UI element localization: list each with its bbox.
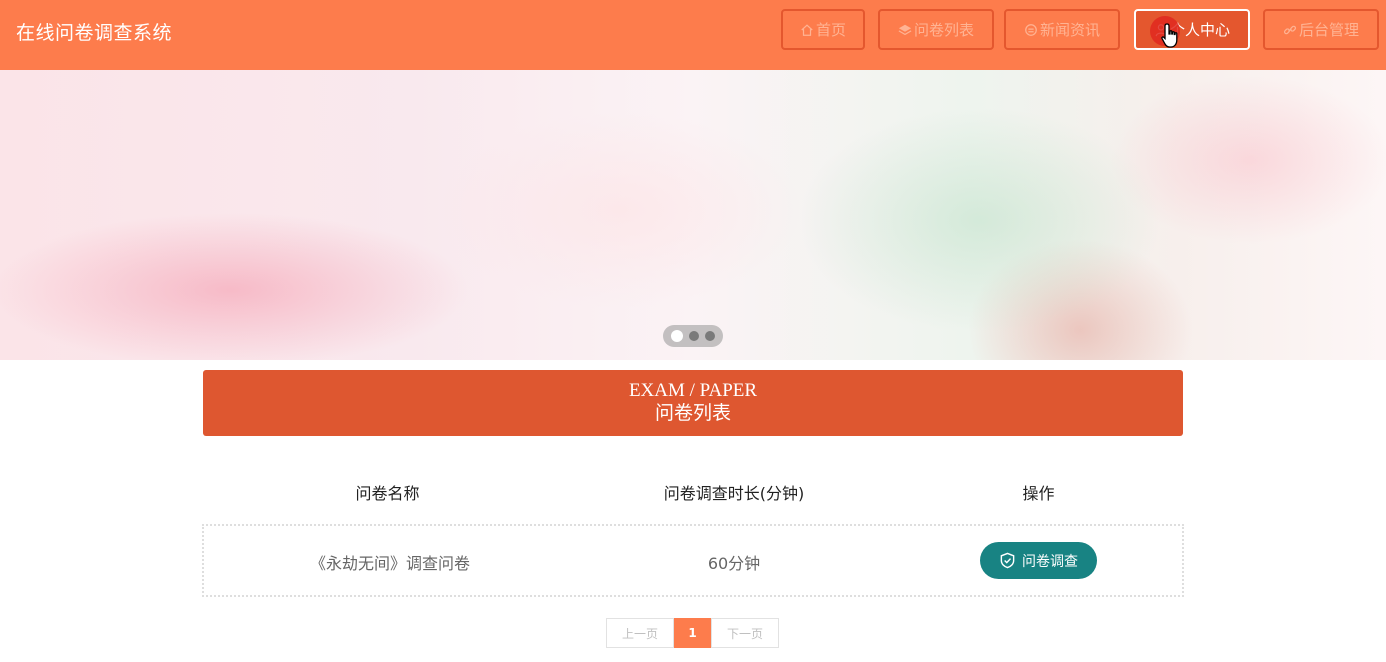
survey-name: 《永劫无间》调查问卷	[309, 554, 470, 573]
nav-survey-list-label: 问卷列表	[913, 21, 974, 39]
home-icon	[800, 23, 814, 37]
nav-admin[interactable]: 后台管理	[1263, 9, 1379, 50]
section-title-cn: 问卷列表	[654, 402, 731, 424]
take-survey-button[interactable]: 问卷调查	[980, 542, 1097, 579]
carousel-dot[interactable]	[689, 331, 699, 341]
prev-page-button[interactable]: 上一页	[606, 618, 674, 648]
current-page-button[interactable]: 1	[674, 618, 711, 648]
section-header: EXAM / PAPER 问卷列表	[203, 370, 1183, 436]
nav-home[interactable]: 首页	[781, 9, 865, 50]
next-page-button[interactable]: 下一页	[711, 618, 779, 648]
column-header-action: 操作	[1022, 484, 1055, 503]
shield-check-icon	[1000, 552, 1015, 569]
carousel-dot[interactable]	[671, 330, 683, 342]
take-survey-label: 问卷调查	[1022, 553, 1078, 570]
nav-admin-label: 后台管理	[1298, 21, 1359, 39]
carousel-dot[interactable]	[705, 331, 715, 341]
column-header-name: 问卷名称	[355, 484, 420, 503]
nav-news[interactable]: 新闻资讯	[1004, 9, 1120, 50]
hero-banner	[0, 70, 1386, 360]
nav-survey-list[interactable]: 问卷列表	[878, 9, 994, 50]
hand-cursor-icon	[1161, 23, 1178, 48]
site-title: 在线问卷调查系统	[16, 22, 173, 44]
survey-duration: 60分钟	[707, 554, 761, 573]
nav-news-label: 新闻资讯	[1039, 21, 1100, 39]
pagination: 上一页 1 下一页	[606, 618, 779, 648]
layers-icon	[898, 23, 912, 37]
carousel-indicators	[663, 325, 723, 347]
nav-home-label: 首页	[815, 21, 846, 39]
section-title-en: EXAM / PAPER	[628, 380, 758, 401]
link-icon	[1283, 23, 1297, 37]
column-header-duration: 问卷调查时长(分钟)	[663, 484, 805, 503]
news-icon	[1024, 23, 1038, 37]
